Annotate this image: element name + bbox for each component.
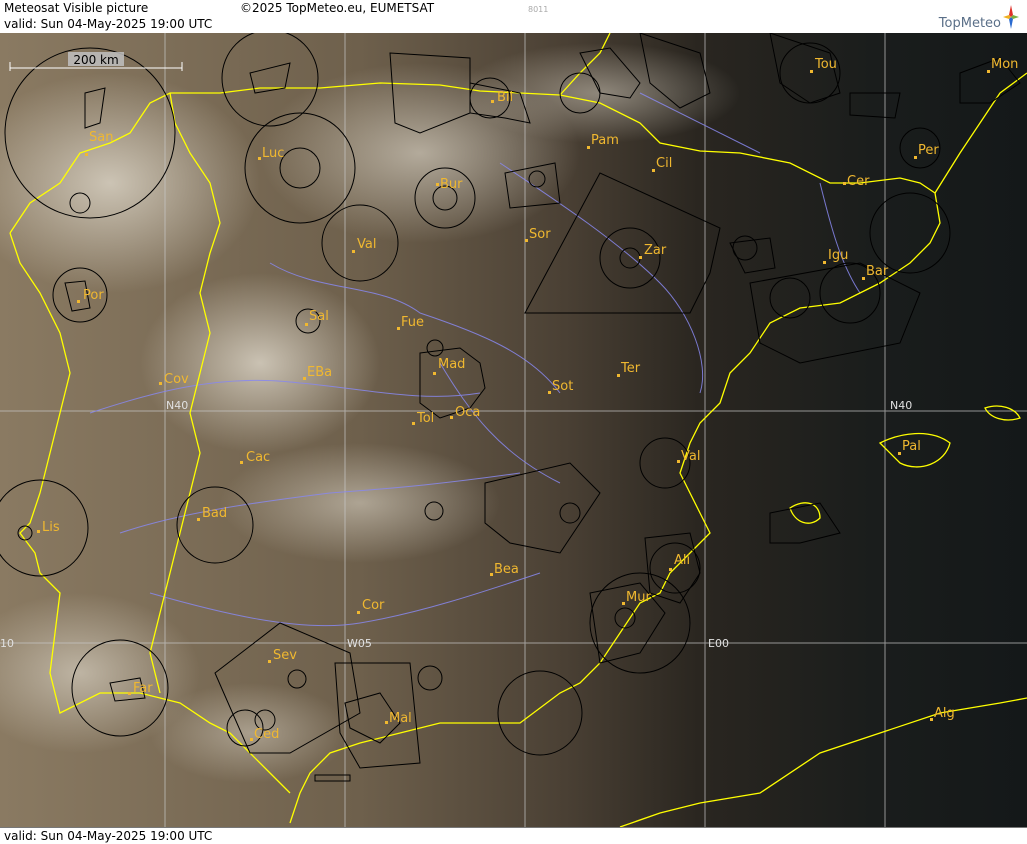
- svg-text:Bil: Bil: [497, 90, 513, 105]
- svg-text:Lis: Lis: [42, 520, 60, 535]
- svg-text:Cor: Cor: [362, 598, 385, 613]
- compass-star-icon: [1003, 5, 1019, 29]
- footer-valid-time: valid: Sun 04-May-2025 19:00 UTC: [4, 829, 213, 843]
- svg-text:Sal: Sal: [309, 309, 329, 324]
- svg-text:Bur: Bur: [440, 177, 463, 192]
- city-label: Bea: [490, 562, 519, 577]
- city-label: Sor: [525, 227, 551, 242]
- header-bar: Meteosat Visible picture ©2025 TopMeteo.…: [0, 0, 1027, 16]
- svg-text:Sor: Sor: [529, 227, 551, 242]
- svg-text:Mur: Mur: [626, 590, 651, 605]
- svg-text:Far: Far: [133, 681, 153, 696]
- grid-label-10: 10: [0, 637, 14, 650]
- city-label: Bar: [862, 264, 889, 280]
- topmeteo-logo: TopMeteo: [921, 3, 1021, 31]
- svg-text:Bea: Bea: [494, 562, 519, 577]
- product-title: Meteosat Visible picture: [4, 1, 149, 15]
- svg-text:Alg: Alg: [934, 706, 955, 721]
- city-label: Bur: [436, 177, 463, 192]
- city-label: Cil: [652, 156, 672, 172]
- svg-text:Pam: Pam: [591, 133, 619, 148]
- svg-text:EBa: EBa: [307, 365, 332, 380]
- svg-text:Mad: Mad: [438, 357, 465, 372]
- svg-text:Cil: Cil: [656, 156, 672, 171]
- city-label: Alg: [930, 706, 955, 721]
- grid-label-n40-east: N40: [890, 399, 912, 412]
- svg-text:Fue: Fue: [401, 315, 424, 330]
- logo-text: TopMeteo: [938, 16, 1001, 31]
- svg-text:Igu: Igu: [828, 248, 848, 263]
- copyright: ©2025 TopMeteo.eu, EUMETSAT: [240, 1, 435, 15]
- grid-label-n40-west: N40: [166, 399, 188, 412]
- city-label: Pal: [898, 439, 921, 455]
- valid-time: valid: Sun 04-May-2025 19:00 UTC: [4, 17, 213, 31]
- city-label: Sot: [548, 379, 573, 394]
- svg-text:Ced: Ced: [254, 727, 279, 742]
- svg-text:Sot: Sot: [552, 379, 573, 394]
- scale-label: 200 km: [73, 53, 118, 67]
- valid-bar: valid: Sun 04-May-2025 19:00 UTC: [0, 16, 1027, 34]
- svg-text:San: San: [89, 130, 113, 145]
- svg-text:Cac: Cac: [246, 450, 270, 465]
- svg-text:Bad: Bad: [202, 506, 227, 521]
- svg-text:Tol: Tol: [416, 411, 434, 426]
- svg-text:Pal: Pal: [902, 439, 921, 454]
- svg-text:Val: Val: [357, 237, 376, 252]
- svg-text:Tou: Tou: [814, 57, 837, 72]
- city-label: Val: [677, 449, 700, 464]
- city-label: Luc: [258, 146, 284, 161]
- svg-text:Bar: Bar: [866, 264, 889, 279]
- svg-text:Oca: Oca: [455, 405, 480, 420]
- city-label: Ced: [250, 727, 279, 742]
- svg-text:Zar: Zar: [644, 243, 667, 258]
- city-label: Sal: [305, 309, 329, 326]
- svg-text:Sev: Sev: [273, 648, 297, 663]
- grid-label-w05: W05: [347, 637, 372, 650]
- svg-text:Ali: Ali: [674, 553, 690, 568]
- svg-text:Per: Per: [918, 143, 939, 158]
- svg-text:Ter: Ter: [620, 361, 641, 376]
- city-label: Ter: [617, 361, 641, 377]
- city-label: Sev: [268, 648, 297, 663]
- svg-text:Val: Val: [681, 449, 700, 464]
- svg-text:Cer: Cer: [847, 174, 870, 189]
- satellite-map[interactable]: N40 N40 10 W05 E00 San Luc Bil Pam Cil T…: [0, 33, 1027, 827]
- city-label: Tou: [810, 57, 837, 73]
- city-label: Mal: [385, 711, 412, 726]
- city-label: Oca: [450, 405, 480, 420]
- city-label: Cor: [357, 598, 385, 614]
- svg-text:Mal: Mal: [389, 711, 412, 726]
- svg-text:Por: Por: [83, 288, 104, 303]
- map-viewer: Meteosat Visible picture ©2025 TopMeteo.…: [0, 0, 1027, 844]
- svg-text:Cov: Cov: [164, 372, 189, 387]
- city-label: Fue: [397, 315, 424, 330]
- city-label: Cer: [843, 174, 870, 189]
- city-label: Bad: [197, 506, 227, 521]
- city-label: EBa: [303, 365, 332, 380]
- city-label: Mon: [987, 57, 1018, 73]
- city-label: Pam: [587, 133, 619, 149]
- grid-label-e00: E00: [708, 637, 729, 650]
- svg-text:Luc: Luc: [262, 146, 284, 161]
- city-label: Mur: [622, 590, 651, 605]
- city-label: Zar: [639, 243, 667, 259]
- city-label: Per: [914, 143, 939, 159]
- city-label: Cov: [159, 372, 189, 387]
- footer-bar: valid: Sun 04-May-2025 19:00 UTC: [0, 827, 1027, 844]
- svg-text:Mon: Mon: [991, 57, 1018, 72]
